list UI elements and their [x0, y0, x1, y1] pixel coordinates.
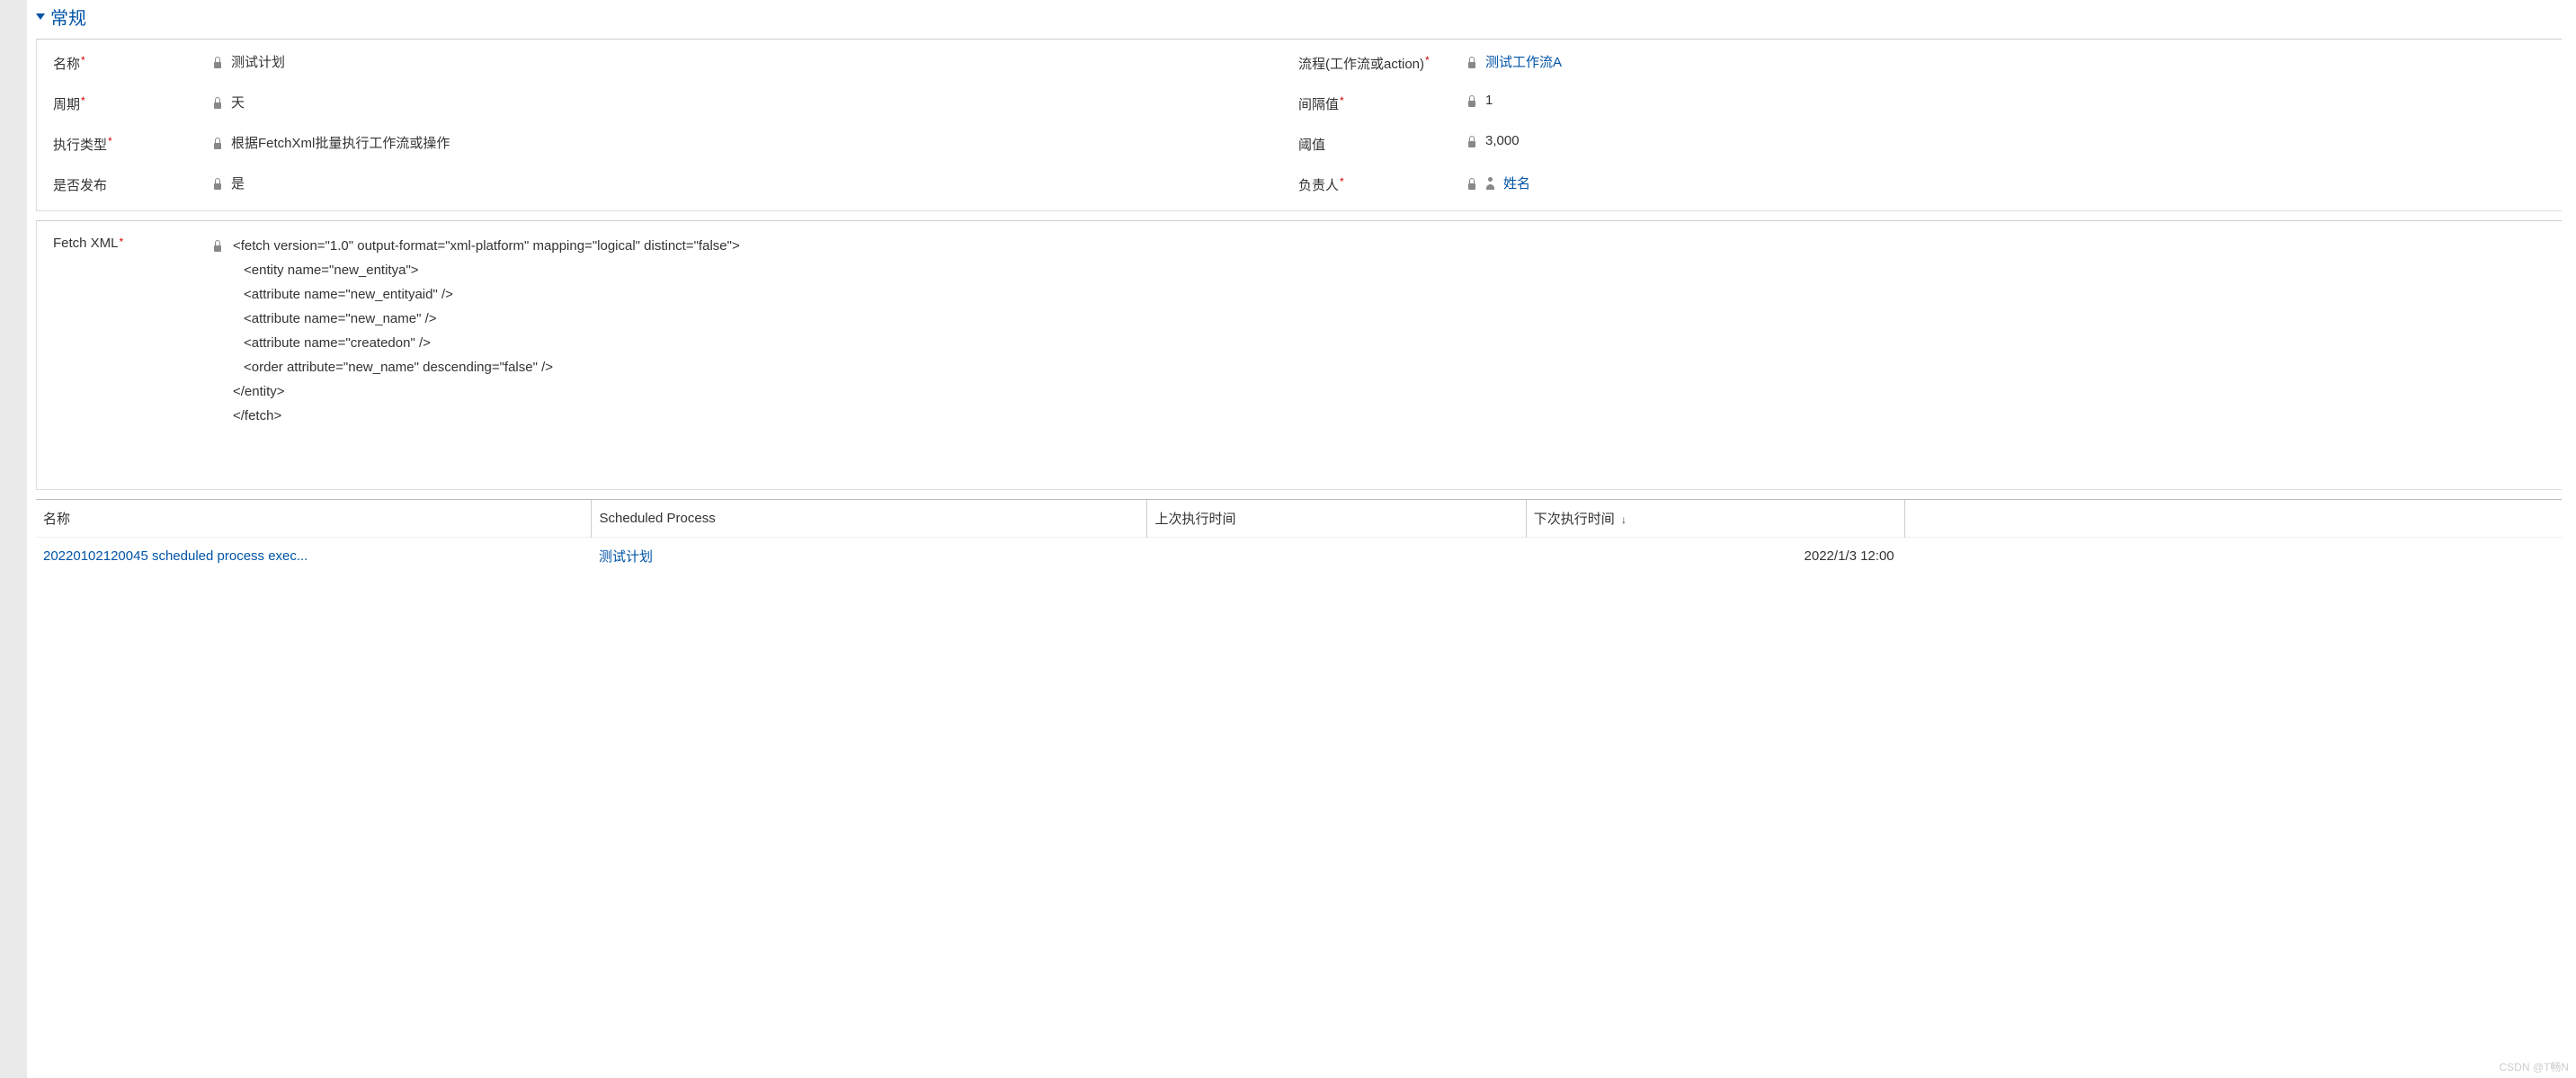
xml-line: <attribute name="new_entityaid" />	[233, 282, 740, 307]
left-gutter	[0, 0, 27, 1078]
value-threshold[interactable]: 3,000	[1467, 133, 2545, 148]
xml-line: </fetch>	[233, 404, 740, 428]
lock-icon	[213, 137, 224, 149]
value-process[interactable]: 测试工作流A	[1467, 52, 2545, 71]
xml-line: <attribute name="new_name" />	[233, 307, 740, 331]
label-process: 流程(工作流或action)*	[1298, 52, 1460, 73]
xml-line: <fetch version="1.0" output-format="xml-…	[233, 234, 740, 258]
interval-text: 1	[1485, 93, 1493, 108]
collapse-triangle-icon	[36, 13, 45, 20]
period-text: 天	[231, 93, 245, 111]
value-name[interactable]: 测试计划	[213, 52, 1291, 71]
row-name-link[interactable]: 20220102120045 scheduled process exec...	[43, 548, 308, 564]
value-owner[interactable]: 姓名	[1467, 174, 2545, 192]
lock-icon	[213, 239, 224, 252]
table-header-row: 名称 Scheduled Process 上次执行时间 下次执行时间 ↓	[36, 500, 2562, 538]
table-row[interactable]: 20220102120045 scheduled process exec...…	[36, 538, 2562, 575]
name-text: 测试计划	[231, 52, 285, 71]
col-header-scheduled-process[interactable]: Scheduled Process	[592, 500, 1147, 538]
lock-icon	[213, 96, 224, 109]
section-title: 常规	[50, 4, 86, 30]
label-published: 是否发布	[53, 174, 206, 194]
subgrid-panel: 名称 Scheduled Process 上次执行时间 下次执行时间 ↓ 202…	[36, 499, 2562, 575]
xml-line: </entity>	[233, 379, 740, 404]
row-last-run	[1147, 538, 1526, 575]
process-link[interactable]: 测试工作流A	[1485, 52, 1562, 71]
lock-icon	[213, 177, 224, 190]
row-process-link[interactable]: 测试计划	[599, 549, 653, 565]
person-icon	[1485, 177, 1496, 190]
xml-line: <attribute name="createdon" />	[233, 331, 740, 355]
value-interval[interactable]: 1	[1467, 93, 2545, 108]
section-header-general[interactable]: 常规	[36, 4, 2562, 30]
value-period[interactable]: 天	[213, 93, 1291, 111]
label-fetchxml: Fetch XML*	[53, 234, 206, 251]
published-text: 是	[231, 174, 245, 192]
sort-desc-icon: ↓	[1621, 513, 1627, 526]
fetchxml-panel: Fetch XML* <fetch version="1.0" output-f…	[36, 220, 2562, 490]
row-next-run: 2022/1/3 12:00	[1526, 538, 1904, 575]
lock-icon	[1467, 135, 1478, 147]
col-header-name[interactable]: 名称	[36, 500, 592, 538]
lock-icon	[1467, 94, 1478, 107]
lock-icon	[213, 56, 224, 68]
value-published[interactable]: 是	[213, 174, 1291, 192]
col-header-next-run[interactable]: 下次执行时间 ↓	[1526, 500, 1904, 538]
threshold-text: 3,000	[1485, 133, 1520, 148]
label-threshold: 阈值	[1298, 133, 1460, 154]
general-panel: 名称* 测试计划 流程(工作流或action)* 测试工作流A 周期*	[36, 39, 2562, 211]
label-name: 名称*	[53, 52, 206, 73]
label-owner: 负责人*	[1298, 174, 1460, 194]
value-fetchxml[interactable]: <fetch version="1.0" output-format="xml-…	[213, 234, 2545, 428]
label-exec-type: 执行类型*	[53, 133, 206, 154]
lock-icon	[1467, 56, 1478, 68]
xml-line: <entity name="new_entitya">	[233, 258, 740, 282]
owner-link[interactable]: 姓名	[1503, 174, 1530, 192]
label-interval: 间隔值*	[1298, 93, 1460, 113]
label-period: 周期*	[53, 93, 206, 113]
xml-line: <order attribute="new_name" descending="…	[233, 355, 740, 379]
col-header-last-run[interactable]: 上次执行时间	[1147, 500, 1526, 538]
exec-type-text: 根据FetchXml批量执行工作流或操作	[231, 133, 450, 152]
subgrid-table: 名称 Scheduled Process 上次执行时间 下次执行时间 ↓ 202…	[36, 500, 2562, 575]
value-exec-type[interactable]: 根据FetchXml批量执行工作流或操作	[213, 133, 1291, 152]
lock-icon	[1467, 177, 1478, 190]
col-header-spacer	[1905, 500, 2562, 538]
fetchxml-text: <fetch version="1.0" output-format="xml-…	[233, 234, 740, 428]
